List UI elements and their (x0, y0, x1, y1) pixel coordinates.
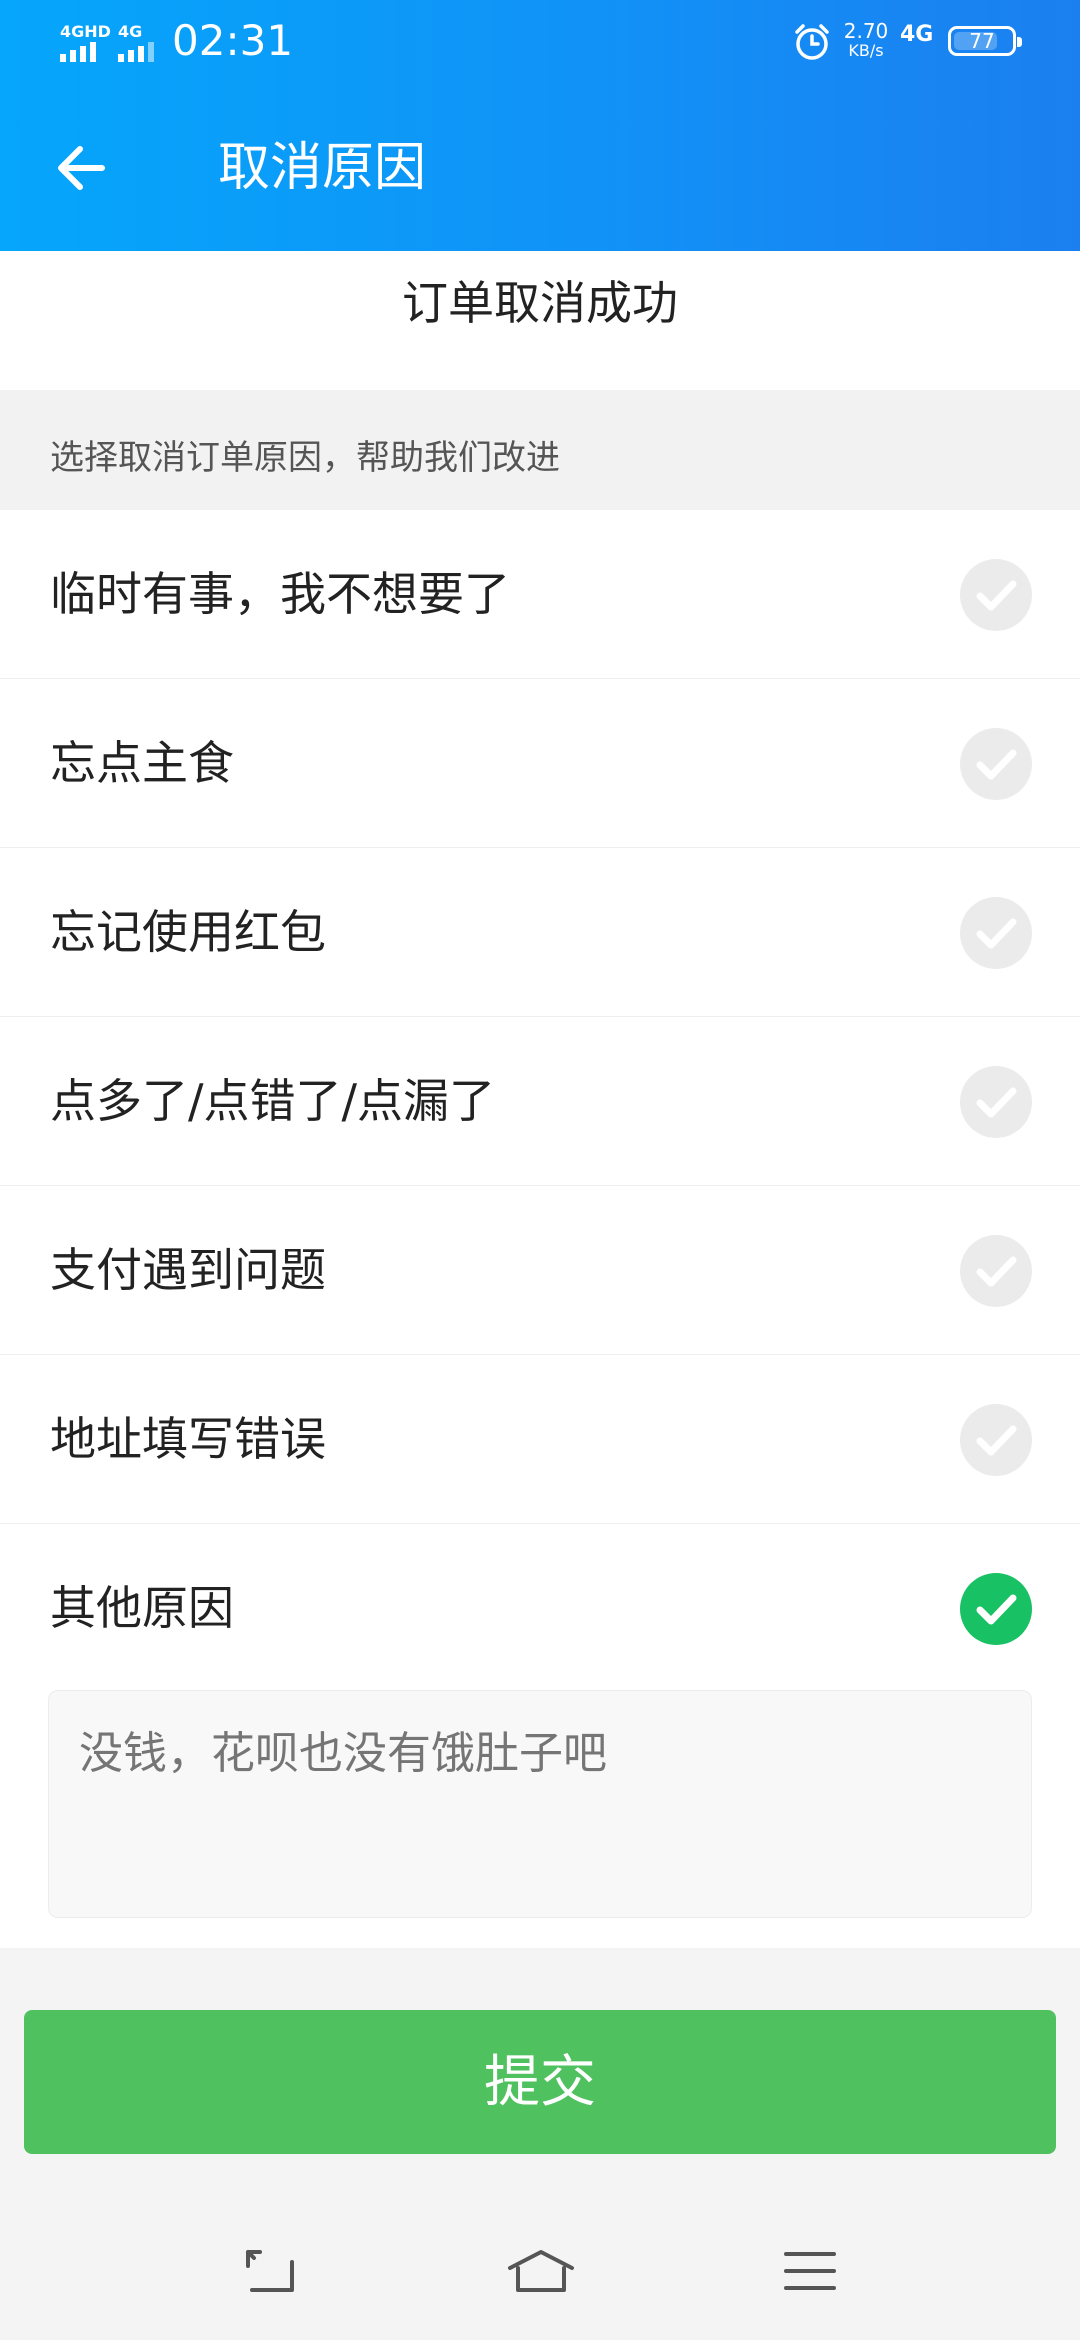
reason-option[interactable]: 忘点主食 (0, 679, 1080, 848)
reason-label: 忘点主食 (50, 736, 234, 790)
reason-option[interactable]: 忘记使用红包 (0, 848, 1080, 1017)
home-nav-icon[interactable] (506, 2246, 576, 2296)
cancel-success-message: 订单取消成功 (0, 251, 1080, 390)
checkmark-unselected-icon[interactable] (960, 1404, 1032, 1476)
reason-option[interactable]: 临时有事，我不想要了 (0, 510, 1080, 679)
status-time: 02:31 (172, 16, 294, 65)
back-nav-icon[interactable] (238, 2246, 302, 2296)
network-type: 4G (900, 22, 934, 47)
checkmark-unselected-icon[interactable] (960, 1235, 1032, 1307)
submit-button[interactable]: 提交 (24, 2010, 1056, 2154)
network-speed-value: 2.70 (843, 19, 889, 43)
battery-percent: 77 (969, 29, 995, 53)
other-reason-input[interactable] (48, 1690, 1032, 1918)
menu-nav-icon[interactable] (780, 2246, 840, 2296)
reason-label: 地址填写错误 (50, 1412, 326, 1466)
checkmark-unselected-icon[interactable] (960, 1066, 1032, 1138)
reason-option[interactable]: 其他原因 (0, 1524, 1080, 1693)
reason-list: 临时有事，我不想要了 忘点主食忘记使用红包点多了/点错了/点漏了 支付遇到问题 地址填… (0, 510, 1080, 1693)
app-header: 4GHD 4G 02:31 2.70 KB/s 4G 77 取消原因 (0, 0, 1080, 251)
checkmark-unselected-icon[interactable] (960, 897, 1032, 969)
reason-label: 忘记使用红包 (50, 905, 326, 959)
system-nav-bar (0, 2200, 1080, 2340)
signal-2-tag: 4G (118, 22, 143, 41)
reason-label: 点多了/点错了/点漏了 (50, 1074, 495, 1128)
reason-option[interactable]: 地址填写错误 (0, 1355, 1080, 1524)
signal-strength-1-icon: 4GHD (60, 22, 111, 64)
checkmark-unselected-icon[interactable] (960, 559, 1032, 631)
signal-strength-2-icon: 4G (118, 22, 164, 64)
network-speed: 2.70 KB/s (838, 20, 894, 60)
battery-icon: 77 (948, 26, 1022, 56)
network-speed-unit: KB/s (848, 41, 884, 60)
reason-option[interactable]: 点多了/点错了/点漏了 (0, 1017, 1080, 1186)
reason-label: 临时有事，我不想要了 (50, 567, 510, 621)
signal-1-tag: 4GHD (60, 22, 111, 41)
checkmark-unselected-icon[interactable] (960, 728, 1032, 800)
checkmark-selected-icon[interactable] (960, 1573, 1032, 1645)
arrow-left-icon[interactable] (50, 136, 114, 200)
reason-hint-text: 选择取消订单原因，帮助我们改进 (0, 390, 1080, 510)
page-title: 取消原因 (218, 138, 427, 198)
reason-label: 其他原因 (50, 1581, 234, 1635)
reason-label: 支付遇到问题 (50, 1243, 326, 1297)
status-bar: 4GHD 4G 02:31 2.70 KB/s 4G 77 (0, 0, 1080, 84)
reason-option[interactable]: 支付遇到问题 (0, 1186, 1080, 1355)
alarm-clock-icon (795, 24, 829, 60)
